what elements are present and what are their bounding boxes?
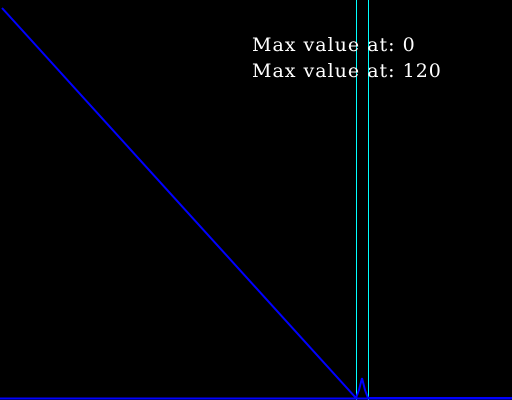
readout-value: 0 bbox=[402, 34, 416, 56]
readout-prefix: Max value at: bbox=[252, 60, 396, 82]
readout-prefix: Max value at: bbox=[252, 34, 396, 56]
readout-value: 120 bbox=[402, 60, 442, 82]
max-value-readout-2: Max value at: 120 bbox=[252, 62, 442, 81]
max-value-readout-1: Max value at: 0 bbox=[252, 36, 416, 55]
histogram-viewport: Max value at: 0 Max value at: 120 bbox=[0, 0, 512, 400]
